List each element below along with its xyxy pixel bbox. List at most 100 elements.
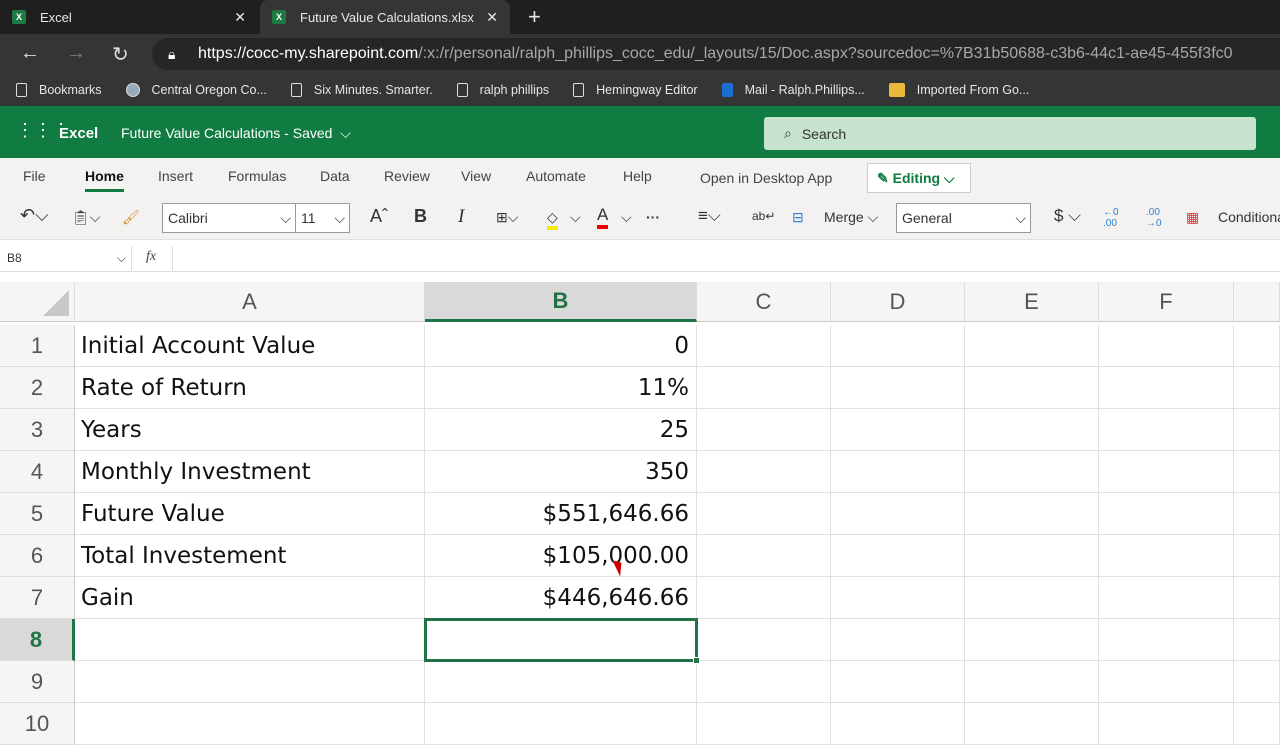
- cell[interactable]: [1099, 577, 1234, 619]
- tab-insert[interactable]: Insert: [158, 168, 193, 184]
- fx-icon[interactable]: fx: [146, 249, 156, 265]
- row-header[interactable]: 6: [0, 535, 75, 577]
- cell[interactable]: [1099, 409, 1234, 451]
- cell[interactable]: [1099, 451, 1234, 493]
- cell[interactable]: [831, 619, 965, 661]
- cell[interactable]: [1234, 577, 1280, 619]
- cell-a4[interactable]: Monthly Investment: [75, 451, 425, 493]
- cell-b10[interactable]: [425, 703, 697, 745]
- row-header[interactable]: 10: [0, 703, 75, 745]
- cell[interactable]: [697, 493, 831, 535]
- cell-b6[interactable]: $105,000.00: [425, 535, 697, 577]
- conditional-formatting-icon[interactable]: ▦: [1186, 209, 1199, 226]
- cell[interactable]: [1099, 703, 1234, 745]
- cell-a8[interactable]: [75, 619, 425, 661]
- row-header[interactable]: 3: [0, 409, 75, 451]
- cell[interactable]: [697, 325, 831, 367]
- tab-automate[interactable]: Automate: [526, 168, 586, 184]
- cell[interactable]: [1099, 367, 1234, 409]
- cell-a1[interactable]: Initial Account Value: [75, 325, 425, 367]
- cell[interactable]: [965, 493, 1099, 535]
- close-tab-icon[interactable]: ✕: [486, 9, 498, 26]
- cell[interactable]: [965, 535, 1099, 577]
- more-options-icon[interactable]: ···: [646, 209, 660, 225]
- document-title[interactable]: Future Value Calculations - Saved ⌵: [121, 125, 351, 142]
- cell-b3[interactable]: 25: [425, 409, 697, 451]
- bookmark-item[interactable]: Bookmarks: [16, 83, 102, 97]
- back-icon[interactable]: ←: [20, 42, 40, 65]
- cell[interactable]: [697, 619, 831, 661]
- cell[interactable]: [697, 703, 831, 745]
- cell[interactable]: [697, 451, 831, 493]
- bookmark-item[interactable]: ralph phillips: [456, 83, 549, 97]
- cell-b4[interactable]: 350: [425, 451, 697, 493]
- paste-icon[interactable]: 📋︎⌵: [72, 209, 100, 226]
- decrease-decimal-icon[interactable]: .00 →0: [1146, 207, 1162, 229]
- wrap-text-icon[interactable]: ab↵: [752, 209, 775, 223]
- conditional-formatting-button[interactable]: Conditional: [1218, 209, 1280, 225]
- bookmark-item[interactable]: Six Minutes. Smarter.: [290, 83, 433, 97]
- cell[interactable]: [697, 535, 831, 577]
- row-header[interactable]: 4: [0, 451, 75, 493]
- browser-tab-excel[interactable]: X Excel ✕: [0, 0, 258, 34]
- cell[interactable]: [831, 367, 965, 409]
- cell[interactable]: [965, 325, 1099, 367]
- increase-font-icon[interactable]: Aˆ: [370, 206, 388, 227]
- open-desktop-button[interactable]: Open in Desktop App: [700, 170, 832, 186]
- align-icon[interactable]: ≡⌵: [698, 206, 721, 226]
- cell[interactable]: [697, 409, 831, 451]
- browser-tab-workbook[interactable]: X Future Value Calculations.xlsx ✕: [260, 0, 510, 34]
- bookmark-item[interactable]: Central Oregon Co...: [125, 83, 267, 97]
- cell[interactable]: [965, 619, 1099, 661]
- cell[interactable]: [1234, 619, 1280, 661]
- cell[interactable]: [1099, 493, 1234, 535]
- reload-icon[interactable]: ↻: [112, 42, 129, 67]
- merge-button[interactable]: Merge ⌵: [824, 209, 878, 226]
- url-input[interactable]: 🔒︎ https://cocc-my.sharepoint.com/:x:/r/p…: [152, 38, 1280, 70]
- cell[interactable]: [1099, 661, 1234, 703]
- tab-help[interactable]: Help: [623, 168, 652, 184]
- tab-file[interactable]: File: [23, 168, 46, 184]
- cell[interactable]: [831, 493, 965, 535]
- bookmark-item[interactable]: Imported From Go...: [888, 83, 1029, 97]
- cell-b9[interactable]: [425, 661, 697, 703]
- column-header[interactable]: [1234, 282, 1280, 322]
- cell[interactable]: [697, 661, 831, 703]
- cell[interactable]: [831, 451, 965, 493]
- cell[interactable]: [831, 535, 965, 577]
- column-header[interactable]: C: [697, 282, 831, 322]
- cell-a3[interactable]: Years: [75, 409, 425, 451]
- cell-b7[interactable]: $446,646.66: [425, 577, 697, 619]
- cell[interactable]: [831, 577, 965, 619]
- cell[interactable]: [1234, 367, 1280, 409]
- row-header[interactable]: 8: [0, 619, 75, 661]
- select-all-corner[interactable]: [0, 282, 75, 322]
- cell[interactable]: [831, 703, 965, 745]
- row-header[interactable]: 5: [0, 493, 75, 535]
- cell[interactable]: [965, 409, 1099, 451]
- column-header[interactable]: F: [1099, 282, 1234, 322]
- bookmark-item[interactable]: Hemingway Editor: [573, 83, 698, 97]
- cell[interactable]: [831, 409, 965, 451]
- formula-input[interactable]: [172, 246, 1280, 270]
- cell-a9[interactable]: [75, 661, 425, 703]
- cell-a7[interactable]: Gain: [75, 577, 425, 619]
- merge-icon[interactable]: ⊟: [792, 209, 804, 226]
- cell[interactable]: [831, 661, 965, 703]
- italic-icon[interactable]: I: [458, 206, 464, 228]
- active-cell-selection[interactable]: [424, 618, 700, 664]
- bookmark-item[interactable]: Mail - Ralph.Phillips...: [721, 83, 865, 97]
- font-name-select[interactable]: Calibri ⌵: [162, 203, 296, 233]
- forward-icon[interactable]: →: [66, 42, 86, 65]
- currency-icon[interactable]: $ ⌵: [1054, 206, 1081, 226]
- cell-a5[interactable]: Future Value: [75, 493, 425, 535]
- cell[interactable]: [1234, 409, 1280, 451]
- cell[interactable]: [697, 367, 831, 409]
- cell[interactable]: [1234, 493, 1280, 535]
- close-tab-icon[interactable]: ✕: [234, 9, 246, 26]
- tab-review[interactable]: Review: [384, 168, 430, 184]
- bold-icon[interactable]: B: [414, 206, 427, 227]
- column-header[interactable]: B: [425, 282, 697, 322]
- cell-b2[interactable]: 11%: [425, 367, 697, 409]
- search-input[interactable]: ⌕ Search: [764, 117, 1256, 150]
